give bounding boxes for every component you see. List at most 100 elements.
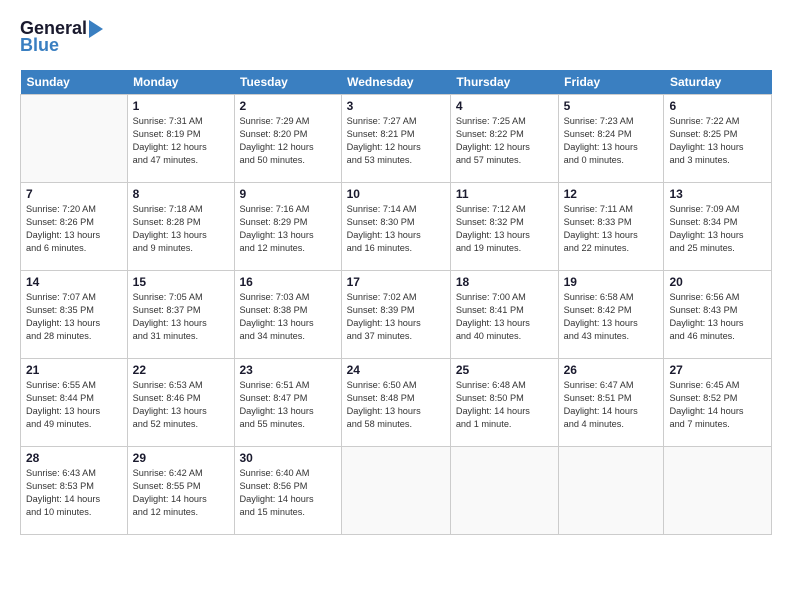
day-number: 1: [133, 99, 229, 113]
day-info: Sunrise: 7:14 AMSunset: 8:30 PMDaylight:…: [347, 203, 445, 255]
table-row: 24 Sunrise: 6:50 AMSunset: 8:48 PMDayligh…: [341, 359, 450, 447]
table-row: 12 Sunrise: 7:11 AMSunset: 8:33 PMDayligh…: [558, 183, 664, 271]
day-info: Sunrise: 7:12 AMSunset: 8:32 PMDaylight:…: [456, 203, 553, 255]
weekday-header-friday: Friday: [558, 70, 664, 95]
table-row: 8 Sunrise: 7:18 AMSunset: 8:28 PMDaylight…: [127, 183, 234, 271]
table-row: 29 Sunrise: 6:42 AMSunset: 8:55 PMDayligh…: [127, 447, 234, 535]
day-number: 24: [347, 363, 445, 377]
day-info: Sunrise: 7:31 AMSunset: 8:19 PMDaylight:…: [133, 115, 229, 167]
table-row: 21 Sunrise: 6:55 AMSunset: 8:44 PMDayligh…: [21, 359, 128, 447]
table-row: 27 Sunrise: 6:45 AMSunset: 8:52 PMDayligh…: [664, 359, 772, 447]
day-info: Sunrise: 7:27 AMSunset: 8:21 PMDaylight:…: [347, 115, 445, 167]
day-info: Sunrise: 7:18 AMSunset: 8:28 PMDaylight:…: [133, 203, 229, 255]
day-info: Sunrise: 7:05 AMSunset: 8:37 PMDaylight:…: [133, 291, 229, 343]
day-number: 14: [26, 275, 122, 289]
day-number: 21: [26, 363, 122, 377]
weekday-header-sunday: Sunday: [21, 70, 128, 95]
table-row: 20 Sunrise: 6:56 AMSunset: 8:43 PMDayligh…: [664, 271, 772, 359]
table-row: [664, 447, 772, 535]
table-row: 4 Sunrise: 7:25 AMSunset: 8:22 PMDaylight…: [450, 95, 558, 183]
day-info: Sunrise: 6:53 AMSunset: 8:46 PMDaylight:…: [133, 379, 229, 431]
logo-blue: Blue: [20, 35, 59, 56]
day-number: 30: [240, 451, 336, 465]
day-info: Sunrise: 6:58 AMSunset: 8:42 PMDaylight:…: [564, 291, 659, 343]
day-number: 3: [347, 99, 445, 113]
week-row-1: 1 Sunrise: 7:31 AMSunset: 8:19 PMDaylight…: [21, 95, 772, 183]
table-row: 3 Sunrise: 7:27 AMSunset: 8:21 PMDaylight…: [341, 95, 450, 183]
day-info: Sunrise: 6:45 AMSunset: 8:52 PMDaylight:…: [669, 379, 766, 431]
table-row: 26 Sunrise: 6:47 AMSunset: 8:51 PMDayligh…: [558, 359, 664, 447]
day-info: Sunrise: 7:07 AMSunset: 8:35 PMDaylight:…: [26, 291, 122, 343]
day-number: 16: [240, 275, 336, 289]
week-row-2: 7 Sunrise: 7:20 AMSunset: 8:26 PMDaylight…: [21, 183, 772, 271]
day-number: 4: [456, 99, 553, 113]
day-info: Sunrise: 7:25 AMSunset: 8:22 PMDaylight:…: [456, 115, 553, 167]
day-info: Sunrise: 6:48 AMSunset: 8:50 PMDaylight:…: [456, 379, 553, 431]
table-row: 23Sunrise: 6:51 AMSunset: 8:47 PMDayligh…: [234, 359, 341, 447]
day-info: Sunrise: 6:50 AMSunset: 8:48 PMDaylight:…: [347, 379, 445, 431]
table-row: 28Sunrise: 6:43 AMSunset: 8:53 PMDayligh…: [21, 447, 128, 535]
table-row: [341, 447, 450, 535]
day-info: Sunrise: 7:20 AMSunset: 8:26 PMDaylight:…: [26, 203, 122, 255]
day-number: 29: [133, 451, 229, 465]
day-info: Sunrise: 6:55 AMSunset: 8:44 PMDaylight:…: [26, 379, 122, 431]
day-number: 8: [133, 187, 229, 201]
day-info: Sunrise: 7:23 AMSunset: 8:24 PMDaylight:…: [564, 115, 659, 167]
weekday-header-monday: Monday: [127, 70, 234, 95]
table-row: 7 Sunrise: 7:20 AMSunset: 8:26 PMDaylight…: [21, 183, 128, 271]
table-row: [21, 95, 128, 183]
table-row: 2 Sunrise: 7:29 AMSunset: 8:20 PMDaylight…: [234, 95, 341, 183]
day-number: 6: [669, 99, 766, 113]
day-info: Sunrise: 7:11 AMSunset: 8:33 PMDaylight:…: [564, 203, 659, 255]
table-row: 11 Sunrise: 7:12 AMSunset: 8:32 PMDayligh…: [450, 183, 558, 271]
table-row: 19 Sunrise: 6:58 AMSunset: 8:42 PMDayligh…: [558, 271, 664, 359]
day-number: 19: [564, 275, 659, 289]
table-row: 10 Sunrise: 7:14 AMSunset: 8:30 PMDayligh…: [341, 183, 450, 271]
day-number: 17: [347, 275, 445, 289]
day-number: 28: [26, 451, 122, 465]
table-row: 6 Sunrise: 7:22 AMSunset: 8:25 PMDaylight…: [664, 95, 772, 183]
day-number: 12: [564, 187, 659, 201]
day-number: 20: [669, 275, 766, 289]
day-number: 2: [240, 99, 336, 113]
table-row: 5 Sunrise: 7:23 AMSunset: 8:24 PMDaylight…: [558, 95, 664, 183]
day-info: Sunrise: 6:56 AMSunset: 8:43 PMDaylight:…: [669, 291, 766, 343]
day-number: 13: [669, 187, 766, 201]
table-row: 25 Sunrise: 6:48 AMSunset: 8:50 PMDayligh…: [450, 359, 558, 447]
calendar-table: SundayMondayTuesdayWednesdayThursdayFrid…: [20, 70, 772, 535]
table-row: 1 Sunrise: 7:31 AMSunset: 8:19 PMDaylight…: [127, 95, 234, 183]
weekday-header-saturday: Saturday: [664, 70, 772, 95]
logo: General Blue: [20, 18, 103, 56]
day-number: 22: [133, 363, 229, 377]
table-row: 13 Sunrise: 7:09 AMSunset: 8:34 PMDayligh…: [664, 183, 772, 271]
table-row: 18 Sunrise: 7:00 AMSunset: 8:41 PMDayligh…: [450, 271, 558, 359]
header: General Blue: [20, 18, 772, 56]
day-info: Sunrise: 7:29 AMSunset: 8:20 PMDaylight:…: [240, 115, 336, 167]
day-number: 11: [456, 187, 553, 201]
day-number: 5: [564, 99, 659, 113]
day-number: 18: [456, 275, 553, 289]
logo-arrow-icon: [89, 20, 103, 38]
day-number: 9: [240, 187, 336, 201]
day-number: 7: [26, 187, 122, 201]
day-info: Sunrise: 7:03 AMSunset: 8:38 PMDaylight:…: [240, 291, 336, 343]
day-number: 15: [133, 275, 229, 289]
day-number: 26: [564, 363, 659, 377]
day-info: Sunrise: 7:00 AMSunset: 8:41 PMDaylight:…: [456, 291, 553, 343]
day-info: Sunrise: 6:51 AMSunset: 8:47 PMDaylight:…: [240, 379, 336, 431]
day-info: Sunrise: 7:22 AMSunset: 8:25 PMDaylight:…: [669, 115, 766, 167]
day-info: Sunrise: 7:09 AMSunset: 8:34 PMDaylight:…: [669, 203, 766, 255]
week-row-3: 14 Sunrise: 7:07 AMSunset: 8:35 PMDayligh…: [21, 271, 772, 359]
day-number: 10: [347, 187, 445, 201]
day-info: Sunrise: 7:02 AMSunset: 8:39 PMDaylight:…: [347, 291, 445, 343]
day-number: 25: [456, 363, 553, 377]
table-row: 16 Sunrise: 7:03 AMSunset: 8:38 PMDayligh…: [234, 271, 341, 359]
table-row: 30Sunrise: 6:40 AMSunset: 8:56 PMDayligh…: [234, 447, 341, 535]
table-row: 14 Sunrise: 7:07 AMSunset: 8:35 PMDayligh…: [21, 271, 128, 359]
table-row: [450, 447, 558, 535]
day-info: Sunrise: 6:47 AMSunset: 8:51 PMDaylight:…: [564, 379, 659, 431]
weekday-header-wednesday: Wednesday: [341, 70, 450, 95]
weekday-header-thursday: Thursday: [450, 70, 558, 95]
day-info: Sunrise: 6:42 AMSunset: 8:55 PMDaylight:…: [133, 467, 229, 519]
day-number: 27: [669, 363, 766, 377]
